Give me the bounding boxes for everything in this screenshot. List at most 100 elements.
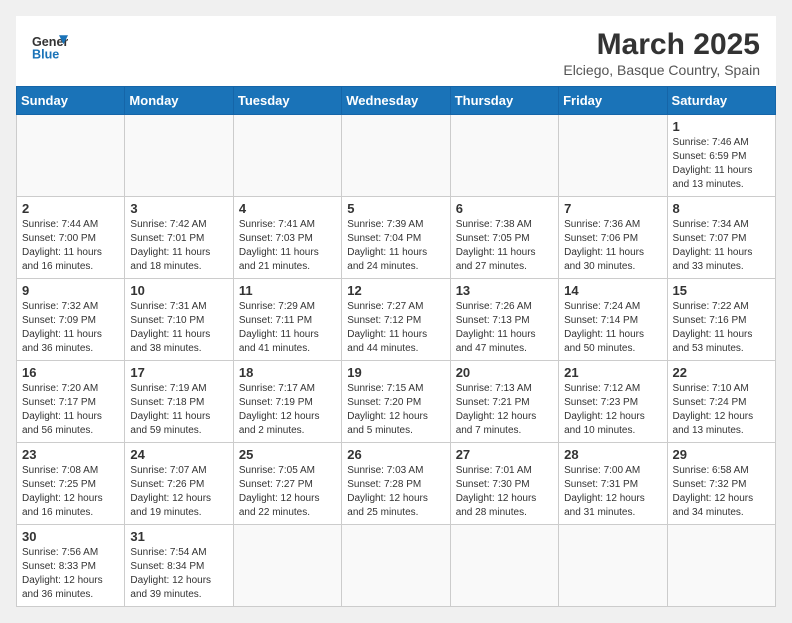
day-number: 14 — [564, 283, 661, 298]
calendar-page: General Blue March 2025 Elciego, Basque … — [16, 16, 776, 607]
day-number: 15 — [673, 283, 770, 298]
weekday-header-wednesday: Wednesday — [342, 87, 450, 115]
day-number: 4 — [239, 201, 336, 216]
day-number: 6 — [456, 201, 553, 216]
calendar-cell: 31Sunrise: 7:54 AM Sunset: 8:34 PM Dayli… — [125, 525, 233, 607]
calendar-week-3: 16Sunrise: 7:20 AM Sunset: 7:17 PM Dayli… — [17, 361, 776, 443]
calendar-cell — [559, 525, 667, 607]
day-number: 23 — [22, 447, 119, 462]
calendar-week-5: 30Sunrise: 7:56 AM Sunset: 8:33 PM Dayli… — [17, 525, 776, 607]
calendar-cell: 13Sunrise: 7:26 AM Sunset: 7:13 PM Dayli… — [450, 279, 558, 361]
calendar-cell — [450, 525, 558, 607]
calendar-week-0: 1 Sunrise: 7:46 AM Sunset: 6:59 PM Daylig… — [17, 115, 776, 197]
day-info: Sunrise: 6:58 AM Sunset: 7:32 PM Dayligh… — [673, 464, 770, 520]
day-number: 3 — [130, 201, 227, 216]
day-number: 5 — [347, 201, 444, 216]
calendar-cell: 8 Sunrise: 7:34 AM Sunset: 7:07 PM Daylig… — [667, 197, 775, 279]
calendar-cell: 21Sunrise: 7:12 AM Sunset: 7:23 PM Dayli… — [559, 361, 667, 443]
calendar-cell: 2 Sunrise: 7:44 AM Sunset: 7:00 PM Daylig… — [17, 197, 125, 279]
calendar-cell — [450, 115, 558, 197]
day-info: Sunrise: 7:05 AM Sunset: 7:27 PM Dayligh… — [239, 464, 336, 520]
calendar-cell: 29 Sunrise: 6:58 AM Sunset: 7:32 PM Dayli… — [667, 443, 775, 525]
day-info: Sunrise: 7:32 AM Sunset: 7:09 PM Dayligh… — [22, 300, 119, 356]
day-number: 12 — [347, 283, 444, 298]
day-number: 18 — [239, 365, 336, 380]
day-number: 10 — [130, 283, 227, 298]
calendar-cell: 27 Sunrise: 7:01 AM Sunset: 7:30 PM Dayli… — [450, 443, 558, 525]
location-subtitle: Elciego, Basque Country, Spain — [563, 62, 760, 78]
calendar-header: SundayMondayTuesdayWednesdayThursdayFrid… — [17, 87, 776, 115]
calendar-cell: 30Sunrise: 7:56 AM Sunset: 8:33 PM Dayli… — [17, 525, 125, 607]
calendar-cell: 24 Sunrise: 7:07 AM Sunset: 7:26 PM Dayli… — [125, 443, 233, 525]
day-info: Sunrise: 7:10 AM Sunset: 7:24 PM Dayligh… — [673, 382, 770, 438]
day-number: 11 — [239, 283, 336, 298]
calendar-cell — [125, 115, 233, 197]
calendar-cell: 1 Sunrise: 7:46 AM Sunset: 6:59 PM Daylig… — [667, 115, 775, 197]
day-number: 20 — [456, 365, 553, 380]
day-info: Sunrise: 7:08 AM Sunset: 7:25 PM Dayligh… — [22, 464, 119, 520]
month-title: March 2025 — [563, 28, 760, 62]
calendar-cell: 9Sunrise: 7:32 AM Sunset: 7:09 PM Daylig… — [17, 279, 125, 361]
calendar-cell: 20Sunrise: 7:13 AM Sunset: 7:21 PM Dayli… — [450, 361, 558, 443]
calendar-cell: 22 Sunrise: 7:10 AM Sunset: 7:24 PM Dayli… — [667, 361, 775, 443]
day-info: Sunrise: 7:00 AM Sunset: 7:31 PM Dayligh… — [564, 464, 661, 520]
day-number: 13 — [456, 283, 553, 298]
day-info: Sunrise: 7:29 AM Sunset: 7:11 PM Dayligh… — [239, 300, 336, 356]
calendar-cell: 28Sunrise: 7:00 AM Sunset: 7:31 PM Dayli… — [559, 443, 667, 525]
calendar-cell: 19Sunrise: 7:15 AM Sunset: 7:20 PM Dayli… — [342, 361, 450, 443]
day-number: 24 — [130, 447, 227, 462]
day-number: 27 — [456, 447, 553, 462]
day-info: Sunrise: 7:03 AM Sunset: 7:28 PM Dayligh… — [347, 464, 444, 520]
weekday-header-thursday: Thursday — [450, 87, 558, 115]
calendar-cell: 14Sunrise: 7:24 AM Sunset: 7:14 PM Dayli… — [559, 279, 667, 361]
day-info: Sunrise: 7:46 AM Sunset: 6:59 PM Dayligh… — [673, 136, 770, 192]
logo-icon: General Blue — [32, 28, 68, 64]
calendar-cell — [17, 115, 125, 197]
day-info: Sunrise: 7:01 AM Sunset: 7:30 PM Dayligh… — [456, 464, 553, 520]
title-block: March 2025 Elciego, Basque Country, Spai… — [563, 28, 760, 78]
calendar-cell — [233, 525, 341, 607]
calendar-cell: 26 Sunrise: 7:03 AM Sunset: 7:28 PM Dayli… — [342, 443, 450, 525]
day-number: 22 — [673, 365, 770, 380]
calendar-cell: 11 Sunrise: 7:29 AM Sunset: 7:11 PM Dayli… — [233, 279, 341, 361]
calendar-table: SundayMondayTuesdayWednesdayThursdayFrid… — [16, 86, 776, 607]
calendar-cell: 7Sunrise: 7:36 AM Sunset: 7:06 PM Daylig… — [559, 197, 667, 279]
weekday-row: SundayMondayTuesdayWednesdayThursdayFrid… — [17, 87, 776, 115]
day-number: 25 — [239, 447, 336, 462]
day-info: Sunrise: 7:20 AM Sunset: 7:17 PM Dayligh… — [22, 382, 119, 438]
day-number: 17 — [130, 365, 227, 380]
day-info: Sunrise: 7:15 AM Sunset: 7:20 PM Dayligh… — [347, 382, 444, 438]
day-info: Sunrise: 7:56 AM Sunset: 8:33 PM Dayligh… — [22, 546, 119, 602]
day-info: Sunrise: 7:41 AM Sunset: 7:03 PM Dayligh… — [239, 218, 336, 274]
calendar-cell: 10Sunrise: 7:31 AM Sunset: 7:10 PM Dayli… — [125, 279, 233, 361]
page-header: General Blue March 2025 Elciego, Basque … — [16, 16, 776, 86]
day-number: 1 — [673, 119, 770, 134]
calendar-cell: 5Sunrise: 7:39 AM Sunset: 7:04 PM Daylig… — [342, 197, 450, 279]
day-info: Sunrise: 7:22 AM Sunset: 7:16 PM Dayligh… — [673, 300, 770, 356]
calendar-cell: 12 Sunrise: 7:27 AM Sunset: 7:12 PM Dayli… — [342, 279, 450, 361]
calendar-cell: 18 Sunrise: 7:17 AM Sunset: 7:19 PM Dayli… — [233, 361, 341, 443]
day-info: Sunrise: 7:17 AM Sunset: 7:19 PM Dayligh… — [239, 382, 336, 438]
day-number: 8 — [673, 201, 770, 216]
day-info: Sunrise: 7:12 AM Sunset: 7:23 PM Dayligh… — [564, 382, 661, 438]
calendar-week-1: 2 Sunrise: 7:44 AM Sunset: 7:00 PM Daylig… — [17, 197, 776, 279]
svg-text:Blue: Blue — [32, 48, 59, 62]
weekday-header-friday: Friday — [559, 87, 667, 115]
day-number: 29 — [673, 447, 770, 462]
calendar-body: 1 Sunrise: 7:46 AM Sunset: 6:59 PM Daylig… — [17, 115, 776, 607]
day-number: 26 — [347, 447, 444, 462]
day-info: Sunrise: 7:27 AM Sunset: 7:12 PM Dayligh… — [347, 300, 444, 356]
day-info: Sunrise: 7:07 AM Sunset: 7:26 PM Dayligh… — [130, 464, 227, 520]
calendar-cell — [233, 115, 341, 197]
day-number: 7 — [564, 201, 661, 216]
calendar-cell: 23 Sunrise: 7:08 AM Sunset: 7:25 PM Dayli… — [17, 443, 125, 525]
day-info: Sunrise: 7:42 AM Sunset: 7:01 PM Dayligh… — [130, 218, 227, 274]
day-info: Sunrise: 7:44 AM Sunset: 7:00 PM Dayligh… — [22, 218, 119, 274]
weekday-header-tuesday: Tuesday — [233, 87, 341, 115]
day-info: Sunrise: 7:34 AM Sunset: 7:07 PM Dayligh… — [673, 218, 770, 274]
day-info: Sunrise: 7:38 AM Sunset: 7:05 PM Dayligh… — [456, 218, 553, 274]
day-number: 2 — [22, 201, 119, 216]
calendar-cell: 17Sunrise: 7:19 AM Sunset: 7:18 PM Dayli… — [125, 361, 233, 443]
weekday-header-sunday: Sunday — [17, 87, 125, 115]
weekday-header-saturday: Saturday — [667, 87, 775, 115]
